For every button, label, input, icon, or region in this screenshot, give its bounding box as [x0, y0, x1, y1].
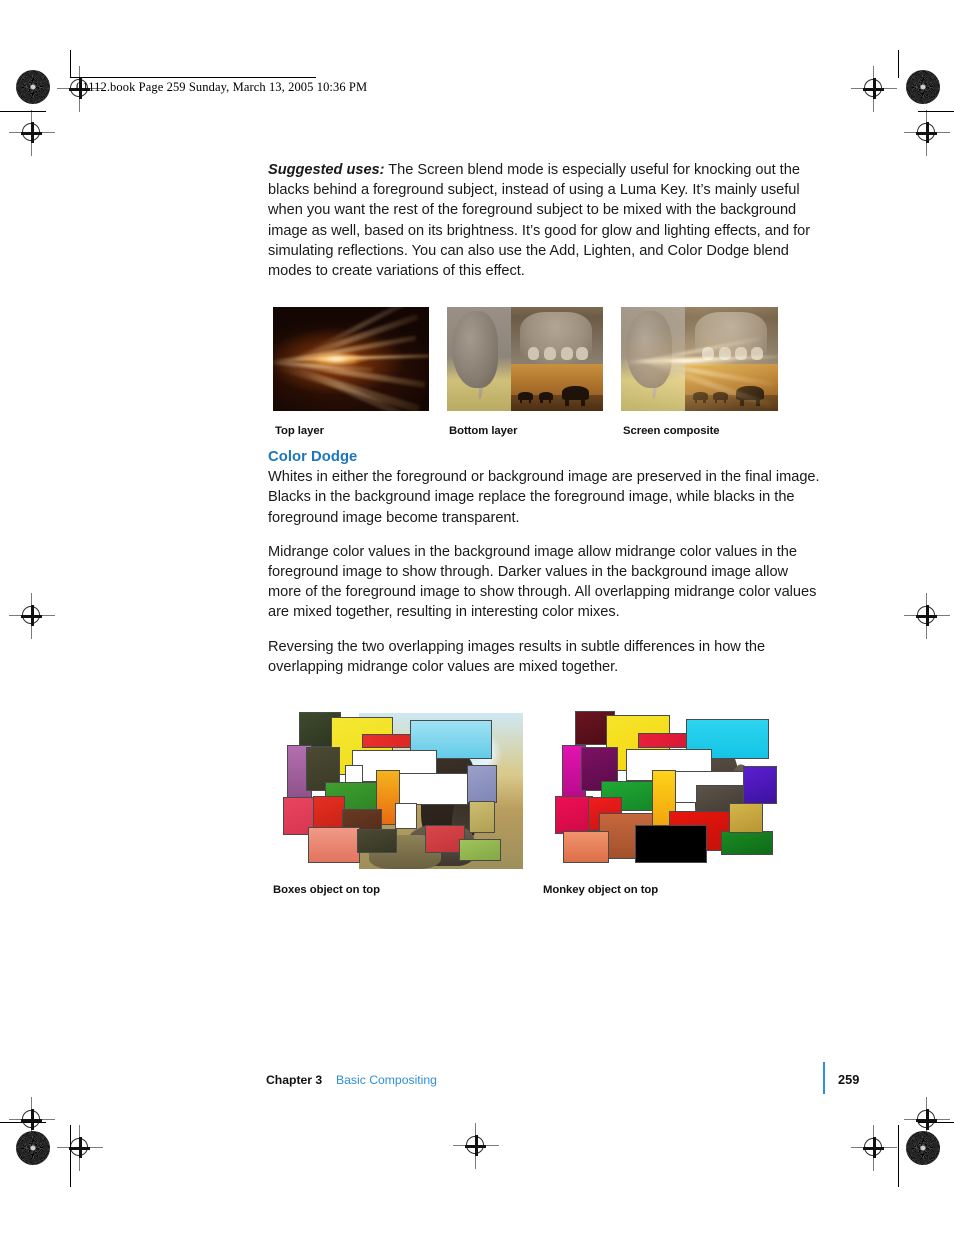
blend-box	[729, 803, 763, 833]
registration-rosette-top-right	[906, 70, 940, 104]
figure-boxes-on-top-image	[273, 703, 523, 869]
crop-mark-left-upper-horizontal	[0, 111, 46, 112]
elephant-head-panel	[447, 307, 511, 411]
paragraph-color-dodge-3: Reversing the two overlapping images res…	[268, 638, 766, 675]
registration-rosette-bottom-left	[16, 1131, 50, 1165]
page-content: Suggested uses: The Screen blend mode is…	[268, 160, 824, 693]
footer-page-number: 259	[838, 1072, 860, 1087]
footer-chapter-label: Chapter 3	[266, 1073, 323, 1087]
header-filename-stamp: 01112.book Page 259 Sunday, March 13, 20…	[76, 80, 368, 94]
caption-bottom-layer: Bottom layer	[449, 425, 518, 437]
crop-mark-top-left-vertical	[70, 50, 71, 78]
crop-mark-bottom-right-vertical	[898, 1125, 899, 1187]
blend-box	[459, 839, 501, 861]
suggested-uses-text: The Screen blend mode is especially usef…	[268, 162, 811, 280]
light-streaks-graphic	[273, 307, 429, 411]
registration-cross-right-middle	[904, 593, 950, 639]
screen-composite-graphic	[621, 307, 778, 411]
figure-bottom-layer-image	[447, 307, 603, 411]
crop-mark-right-lower-horizontal	[918, 1122, 954, 1123]
blend-box	[467, 765, 497, 803]
footer-chapter-title: Basic Compositing	[336, 1073, 437, 1087]
caption-top-layer: Top layer	[275, 425, 324, 437]
crop-mark-top-right-vertical	[898, 50, 899, 78]
paragraph-color-dodge-1: Whites in either the foreground or backg…	[268, 469, 820, 526]
blend-box	[743, 766, 777, 804]
registration-cross-left-middle	[9, 593, 55, 639]
blend-box	[635, 825, 707, 863]
registration-cross-bottom-center	[453, 1123, 499, 1169]
registration-rosette-bottom-right	[906, 1131, 940, 1165]
blend-box	[721, 831, 773, 855]
blend-box	[308, 827, 360, 863]
crop-mark-left-lower-horizontal	[0, 1122, 46, 1123]
registration-cross-top-right-inner	[851, 66, 897, 112]
crop-mark-bottom-left-vertical	[70, 1125, 71, 1187]
suggested-uses-label: Suggested uses:	[268, 162, 385, 178]
blend-box	[395, 803, 417, 829]
blend-box	[313, 796, 345, 828]
section-heading-color-dodge: Color Dodge	[268, 449, 358, 466]
crop-mark-right-upper-horizontal	[918, 111, 954, 112]
elephant-collage-graphic	[447, 307, 603, 411]
registration-cross-right-upper	[904, 110, 950, 156]
registration-cross-bottom-left-inner	[57, 1125, 103, 1171]
blend-box	[357, 829, 397, 853]
figure-top-layer-image	[273, 307, 429, 411]
figure-screen-composite-image	[621, 307, 778, 411]
caption-screen-composite: Screen composite	[623, 425, 720, 437]
header-rule	[70, 77, 316, 78]
registration-cross-bottom-right-inner	[851, 1125, 897, 1171]
blend-box	[563, 831, 609, 863]
elephant-foot-panel	[510, 307, 603, 365]
blend-box	[469, 801, 495, 833]
figure-monkey-on-top-image	[543, 703, 793, 869]
elephant-silhouettes-panel	[510, 364, 603, 411]
paragraph-suggested-uses: Suggested uses: The Screen blend mode is…	[268, 160, 824, 281]
registration-rosette-top-left	[16, 70, 50, 104]
blend-box	[396, 773, 468, 805]
registration-cross-left-upper	[9, 110, 55, 156]
caption-boxes-on-top: Boxes object on top	[273, 884, 381, 896]
paragraph-color-dodge-2: Midrange color values in the background …	[268, 543, 817, 621]
footer-divider-rule	[823, 1062, 825, 1094]
caption-monkey-on-top: Monkey object on top	[543, 884, 659, 896]
